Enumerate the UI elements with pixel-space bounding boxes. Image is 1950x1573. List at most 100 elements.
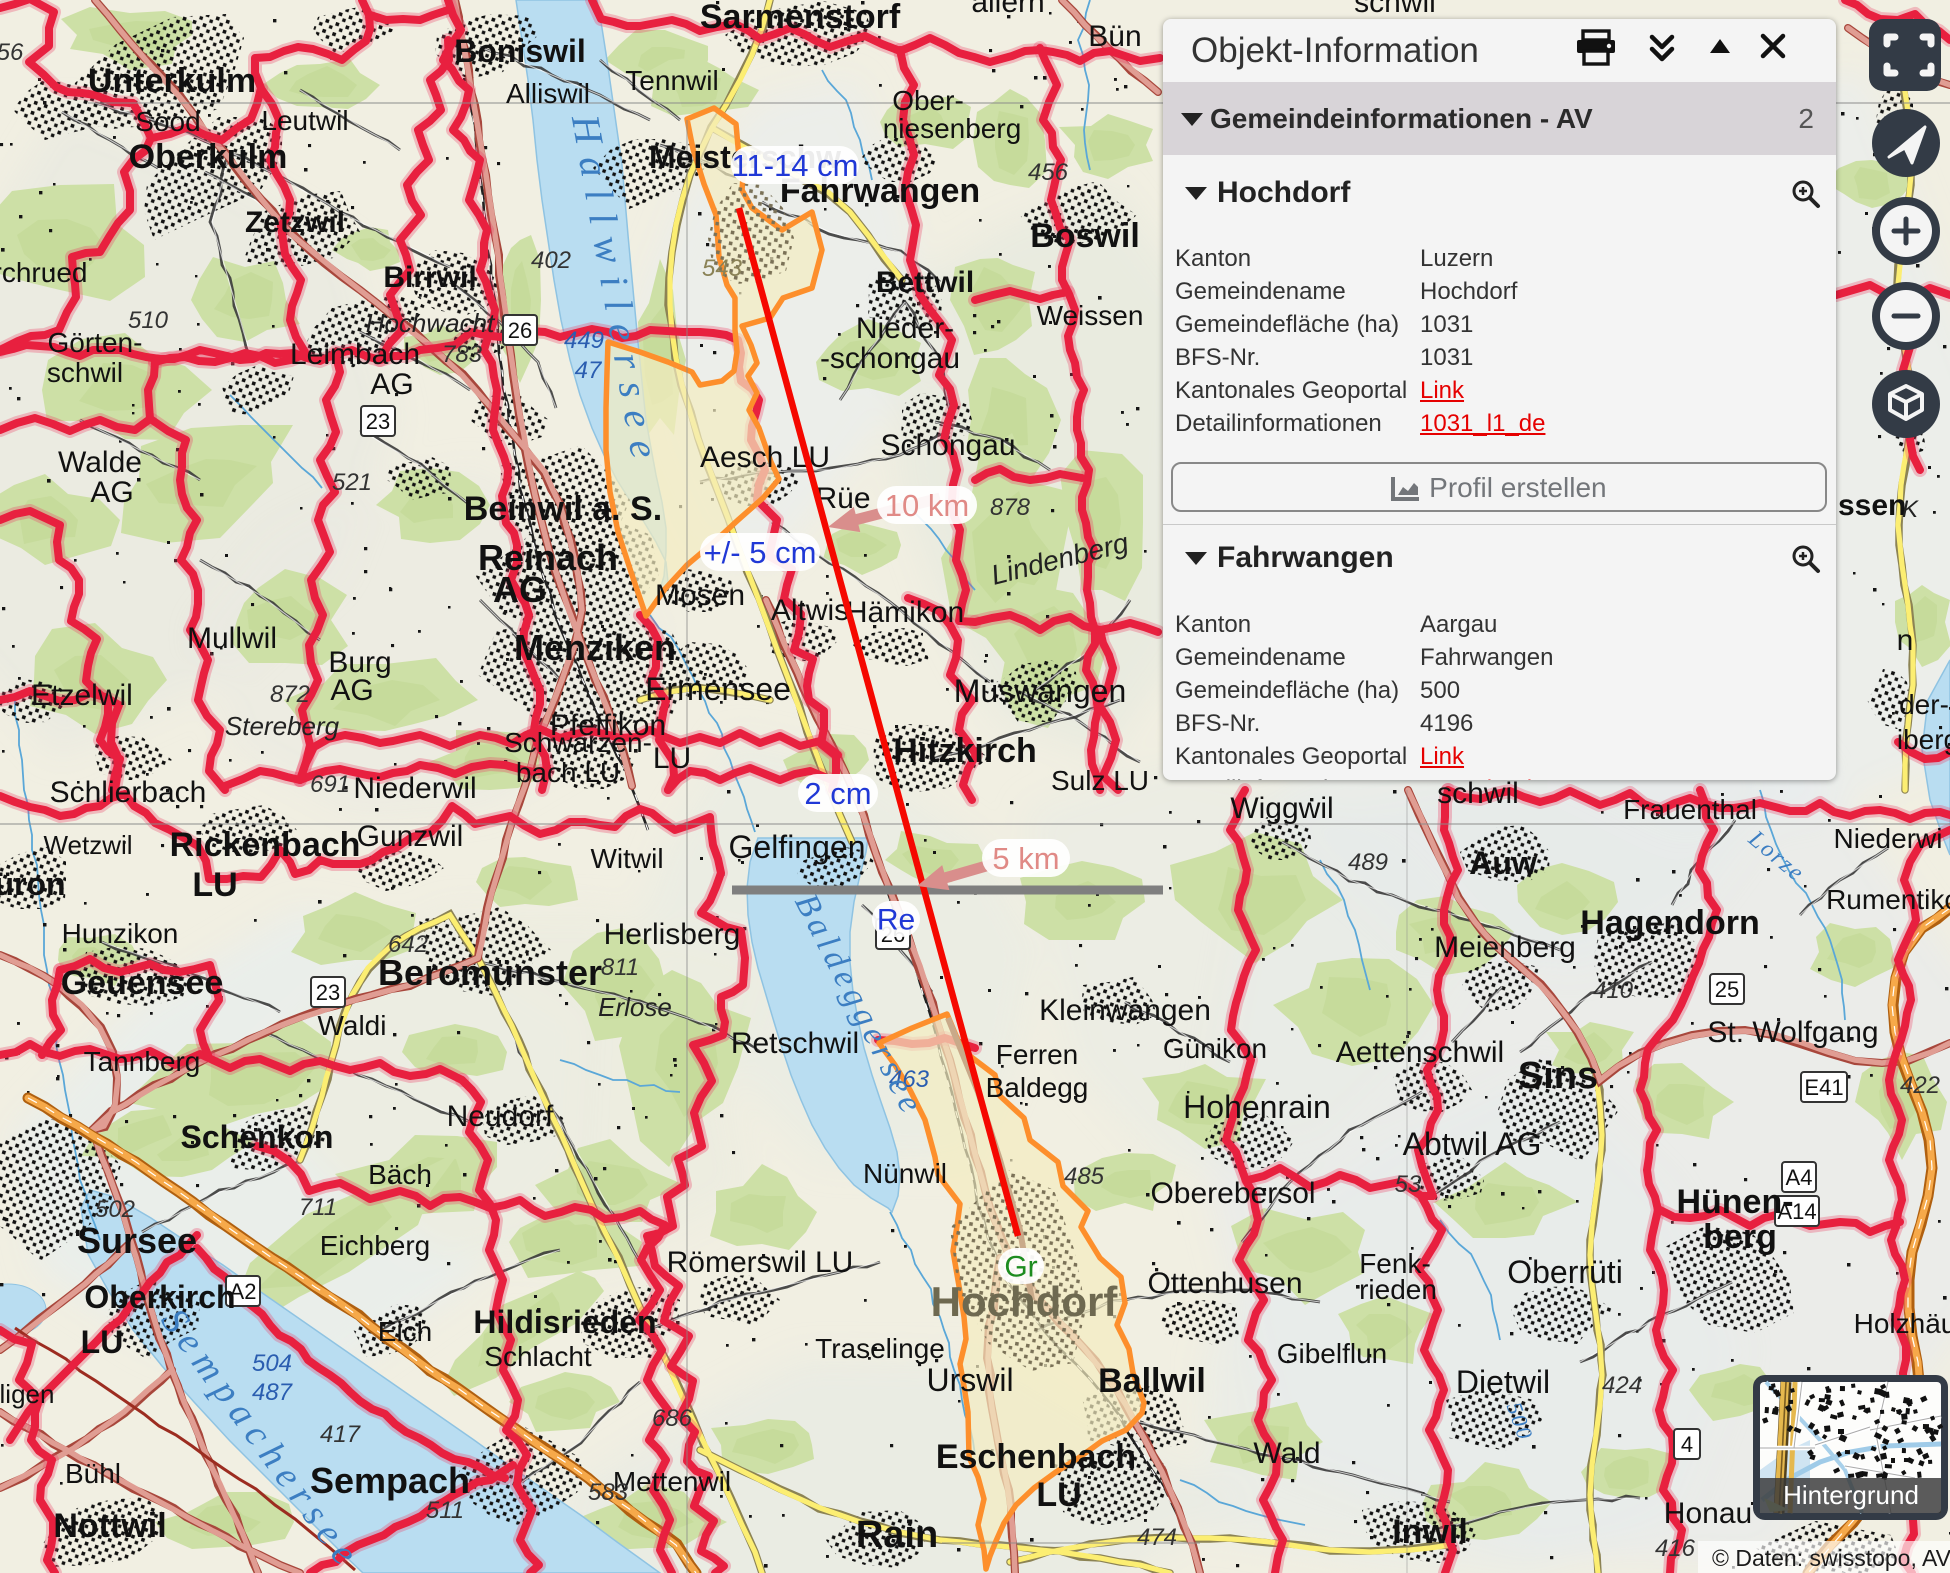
svg-text:Ballwil: Ballwil: [1098, 1362, 1206, 1400]
svg-text:23: 23: [366, 409, 390, 434]
svg-text:Nieder-: Nieder-: [856, 312, 954, 345]
svg-text:Ro: Ro: [1769, 1434, 1812, 1470]
svg-text:schwil: schwil: [47, 357, 123, 388]
svg-text:Sempach: Sempach: [310, 1460, 470, 1501]
svg-text:424: 424: [1602, 1372, 1642, 1399]
svg-text:Sood: Sood: [135, 106, 200, 137]
svg-text:Wiggwil: Wiggwil: [1230, 792, 1333, 825]
svg-text:Tennwil: Tennwil: [625, 65, 718, 96]
svg-text:Sulz LU: Sulz LU: [1051, 765, 1149, 796]
svg-text:K: K: [1902, 496, 1919, 523]
svg-text:AG: AG: [90, 476, 133, 509]
svg-text:Tannberg: Tannberg: [84, 1046, 201, 1077]
svg-text:511: 511: [426, 1497, 464, 1524]
svg-text:der-: der-: [1899, 689, 1949, 720]
svg-text:26: 26: [508, 318, 532, 343]
svg-text:Günikon: Günikon: [1163, 1033, 1267, 1064]
svg-text:410: 410: [1593, 977, 1634, 1004]
svg-text:5 km: 5 km: [992, 841, 1059, 876]
svg-text:Etzelwil: Etzelwil: [31, 679, 133, 712]
svg-text:Mosen: Mosen: [655, 579, 745, 612]
svg-text:Erlose: Erlose: [598, 992, 672, 1022]
svg-text:Baldegg: Baldegg: [986, 1072, 1089, 1103]
svg-text:Frauenthal: Frauenthal: [1623, 794, 1757, 825]
svg-text:Schongau: Schongau: [880, 429, 1015, 462]
svg-text:LU: LU: [81, 1324, 124, 1360]
svg-text:Alliswil: Alliswil: [506, 78, 590, 109]
svg-text:Hildisrieden: Hildisrieden: [473, 1304, 656, 1340]
svg-text:Oberkirch: Oberkirch: [84, 1279, 235, 1315]
svg-text:Hochdorf: Hochdorf: [931, 1278, 1119, 1325]
svg-text:Altwis: Altwis: [771, 594, 849, 627]
svg-text:Oberkulm: Oberkulm: [129, 138, 288, 176]
svg-text:Sins: Sins: [1518, 1055, 1598, 1097]
svg-text:bach LU: bach LU: [516, 757, 620, 788]
svg-text:E41: E41: [1804, 1075, 1843, 1100]
svg-text:St. Wolfgang: St. Wolfgang: [1707, 1016, 1878, 1049]
svg-text:Niederwil: Niederwil: [353, 772, 476, 805]
svg-text:Mettenwil: Mettenwil: [613, 1466, 731, 1497]
svg-text:Müswangen: Müswangen: [954, 673, 1127, 709]
svg-text:Rickenbach: Rickenbach: [170, 826, 361, 864]
svg-text:Wald: Wald: [1253, 1437, 1320, 1470]
svg-text:Holzhäu: Holzhäu: [1854, 1308, 1950, 1339]
svg-text:485: 485: [1064, 1163, 1105, 1190]
svg-text:25: 25: [1715, 977, 1739, 1002]
svg-text:Herlisberg: Herlisberg: [604, 918, 741, 951]
svg-text:Aettenschwil: Aettenschwil: [1336, 1036, 1504, 1069]
svg-text:Leutwil: Leutwil: [261, 105, 348, 136]
svg-text:Gr: Gr: [1004, 1251, 1037, 1284]
svg-text:berg: berg: [1703, 1218, 1777, 1256]
svg-text:10 km: 10 km: [885, 488, 969, 523]
svg-text:LU: LU: [1036, 1476, 1081, 1514]
svg-text:Beromünster: Beromünster: [378, 952, 602, 993]
svg-text:417: 417: [320, 1421, 362, 1448]
svg-text:521: 521: [332, 469, 372, 496]
svg-text:Bün: Bün: [1088, 20, 1141, 53]
svg-text:ligen: ligen: [0, 1379, 54, 1409]
svg-text:rieden: rieden: [1359, 1274, 1437, 1305]
svg-text:Pfeffikon: Pfeffikon: [550, 709, 666, 742]
svg-text:Schlacht: Schlacht: [484, 1341, 592, 1372]
svg-text:Rumentiko: Rumentiko: [1826, 884, 1950, 915]
svg-text:53: 53: [1395, 1171, 1422, 1198]
svg-text:691: 691: [310, 771, 350, 798]
svg-text:Bettwil: Bettwil: [876, 266, 974, 299]
svg-text:LU: LU: [192, 866, 237, 904]
svg-text:Zetzwil: Zetzwil: [245, 206, 345, 239]
svg-text:416: 416: [1655, 1535, 1696, 1562]
svg-text:Oberrüti: Oberrüti: [1507, 1254, 1623, 1290]
svg-text:Hochwacht: Hochwacht: [366, 308, 496, 338]
svg-text:Hunzikon: Hunzikon: [62, 918, 179, 949]
svg-text:Hämikon: Hämikon: [846, 596, 964, 629]
svg-text:Gunzwil: Gunzwil: [357, 820, 464, 853]
svg-text:Auw: Auw: [1469, 845, 1537, 881]
svg-text:Abtwil AG: Abtwil AG: [1403, 1126, 1542, 1162]
svg-text:issen: issen: [1830, 489, 1907, 522]
svg-text:2 cm: 2 cm: [804, 776, 871, 811]
svg-text:Hohenrain: Hohenrain: [1183, 1089, 1331, 1125]
svg-text:Meienberg: Meienberg: [1434, 931, 1576, 964]
svg-text:Eschenbach: Eschenbach: [936, 1438, 1136, 1476]
svg-text:Dietwil: Dietwil: [1456, 1364, 1550, 1400]
svg-text:489: 489: [1348, 849, 1388, 876]
svg-text:Re: Re: [877, 904, 915, 937]
svg-text:878: 878: [990, 494, 1031, 521]
svg-text:Hagendorn: Hagendorn: [1580, 904, 1759, 942]
svg-text:-schongau: -schongau: [820, 342, 960, 375]
svg-text:422: 422: [1900, 1072, 1940, 1099]
svg-text:Ferren: Ferren: [996, 1039, 1078, 1070]
svg-text:Eichberg: Eichberg: [320, 1230, 431, 1261]
svg-text:iberg: iberg: [1897, 724, 1950, 755]
svg-text:Boniswil: Boniswil: [454, 33, 586, 69]
svg-text:Bühl: Bühl: [65, 1458, 121, 1489]
svg-text:Retschwil: Retschwil: [731, 1027, 859, 1060]
svg-text:Sursee: Sursee: [77, 1220, 197, 1261]
svg-text:Walde: Walde: [58, 446, 142, 479]
svg-text:AG: AG: [493, 569, 547, 610]
svg-text:811: 811: [601, 954, 639, 981]
svg-text:711: 711: [299, 1194, 337, 1221]
svg-text:Hünen-: Hünen-: [1676, 1183, 1793, 1221]
svg-text:Urswil: Urswil: [926, 1362, 1013, 1398]
svg-text:Sarmenstorf: Sarmenstorf: [700, 0, 901, 36]
